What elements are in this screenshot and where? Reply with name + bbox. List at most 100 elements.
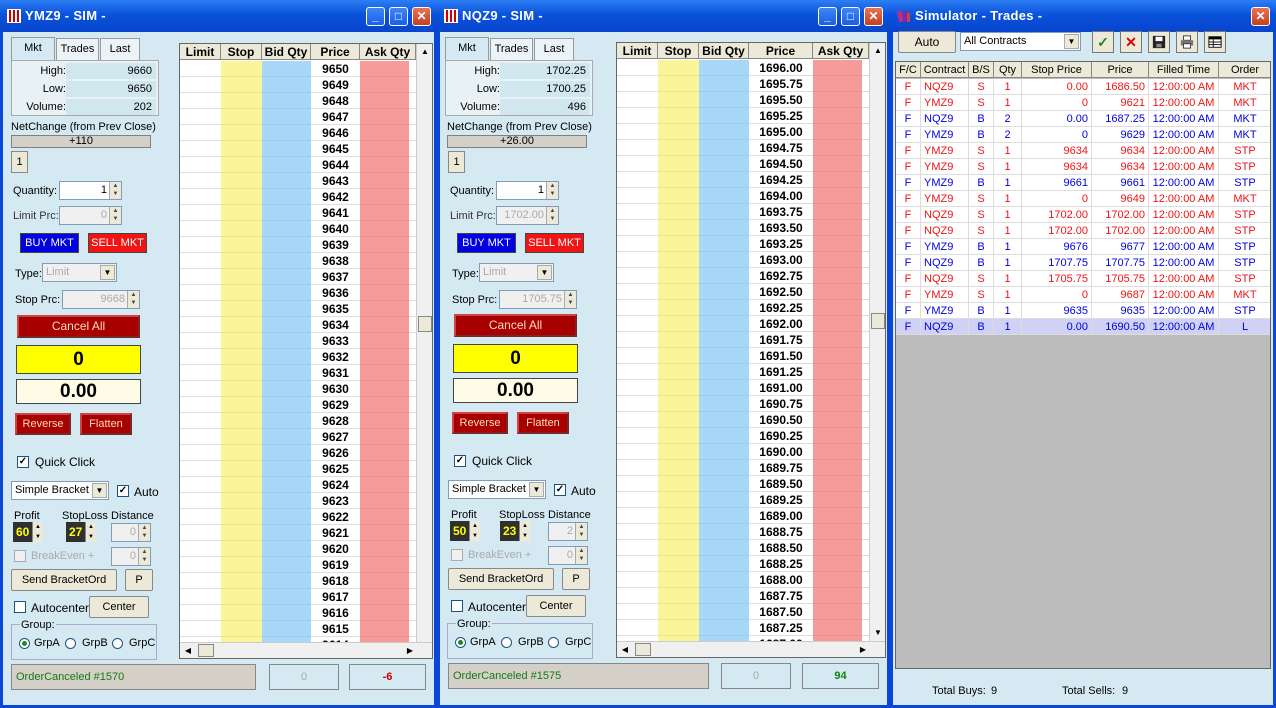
limit-cell[interactable] <box>617 252 658 268</box>
trade-row[interactable]: F YMZ9 S 1 9634 9634 12:00:00 AM STP <box>896 143 1270 159</box>
bid-cell[interactable] <box>262 557 311 573</box>
bid-cell[interactable] <box>699 396 749 412</box>
reverse-button[interactable]: Reverse <box>452 412 508 434</box>
trades-grid[interactable]: F/C Contract B/S Qty Stop Price Price Fi… <box>895 61 1271 669</box>
ask-cell[interactable] <box>360 141 409 157</box>
ask-cell[interactable] <box>360 525 409 541</box>
delete-icon[interactable]: ✕ <box>1120 31 1142 53</box>
trade-row[interactable]: F YMZ9 B 1 9635 9635 12:00:00 AM STP <box>896 303 1270 319</box>
stop-cell[interactable] <box>658 588 699 604</box>
ladder-vertical-scrollbar[interactable]: ▲ <box>416 44 432 642</box>
bid-cell[interactable] <box>699 316 749 332</box>
limit-cell[interactable] <box>617 556 658 572</box>
ask-cell[interactable] <box>813 524 862 540</box>
bid-cell[interactable] <box>699 268 749 284</box>
stop-cell[interactable] <box>221 349 262 365</box>
bid-cell[interactable] <box>262 477 311 493</box>
bid-cell[interactable] <box>699 556 749 572</box>
h-scroll-thumb[interactable] <box>635 643 651 656</box>
bid-cell[interactable] <box>262 541 311 557</box>
autocenter-checkbox[interactable] <box>14 601 26 613</box>
ask-cell[interactable] <box>813 604 862 620</box>
trade-row[interactable]: F NQZ9 B 1 0.00 1690.50 12:00:00 AM L <box>896 319 1270 335</box>
bracket-type-select[interactable]: Simple Bracket ▼ <box>11 481 109 500</box>
ask-cell[interactable] <box>360 349 409 365</box>
limit-cell[interactable] <box>617 476 658 492</box>
stop-cell[interactable] <box>658 508 699 524</box>
ask-cell[interactable] <box>360 93 409 109</box>
stop-cell[interactable] <box>221 429 262 445</box>
bid-cell[interactable] <box>262 333 311 349</box>
stop-cell[interactable] <box>658 108 699 124</box>
trade-row[interactable]: F YMZ9 S 1 0 9621 12:00:00 AM MKT <box>896 95 1270 111</box>
scroll-thumb[interactable] <box>871 313 885 329</box>
col-header-qty[interactable]: Qty <box>994 62 1022 78</box>
ask-cell[interactable] <box>813 508 862 524</box>
ladder-vertical-scrollbar[interactable]: ▲ ▼ <box>869 43 885 641</box>
tab-trades[interactable]: Trades <box>490 38 533 60</box>
col-header-order[interactable]: Order <box>1219 62 1270 78</box>
stop-cell[interactable] <box>658 492 699 508</box>
ask-cell[interactable] <box>360 221 409 237</box>
ask-cell[interactable] <box>813 412 862 428</box>
bid-cell[interactable] <box>699 220 749 236</box>
stop-cell[interactable] <box>221 221 262 237</box>
ask-cell[interactable] <box>360 461 409 477</box>
col-header-filled-time[interactable]: Filled Time <box>1149 62 1219 78</box>
limit-cell[interactable] <box>617 172 658 188</box>
limit-cell[interactable] <box>180 317 221 333</box>
ask-cell[interactable] <box>360 589 409 605</box>
stop-cell[interactable] <box>221 621 262 637</box>
ask-qty-column[interactable] <box>360 61 409 653</box>
limit-cell[interactable] <box>180 301 221 317</box>
bid-cell[interactable] <box>262 109 311 125</box>
bid-cell[interactable] <box>699 428 749 444</box>
limit-cell[interactable] <box>180 509 221 525</box>
bid-qty-column[interactable] <box>699 60 749 652</box>
ask-cell[interactable] <box>360 605 409 621</box>
limit-cell[interactable] <box>180 285 221 301</box>
stop-cell[interactable] <box>221 557 262 573</box>
maximize-button[interactable]: □ <box>841 7 860 26</box>
trade-row[interactable]: F NQZ9 B 2 0.00 1687.25 12:00:00 AM MKT <box>896 111 1270 127</box>
cancel-all-button[interactable]: Cancel All <box>454 314 577 337</box>
stop-cell[interactable] <box>221 365 262 381</box>
stop-cell[interactable] <box>221 605 262 621</box>
ask-cell[interactable] <box>360 413 409 429</box>
bid-cell[interactable] <box>262 461 311 477</box>
stop-cell[interactable] <box>658 252 699 268</box>
bid-cell[interactable] <box>262 445 311 461</box>
quantity-stepper[interactable]: 1 ▲ ▼ <box>496 181 559 200</box>
bid-cell[interactable] <box>699 252 749 268</box>
bid-cell[interactable] <box>699 412 749 428</box>
stop-cell[interactable] <box>221 333 262 349</box>
stop-cell[interactable] <box>221 205 262 221</box>
bid-cell[interactable] <box>699 188 749 204</box>
stop-cell[interactable] <box>221 237 262 253</box>
stop-cell[interactable] <box>221 493 262 509</box>
maximize-button[interactable]: □ <box>389 7 408 26</box>
limit-price-stepper[interactable]: 1702.00 ▲ ▼ <box>496 206 559 225</box>
limit-cell[interactable] <box>180 141 221 157</box>
limit-column[interactable] <box>617 60 658 652</box>
ask-cell[interactable] <box>813 60 862 76</box>
limit-cell[interactable] <box>180 125 221 141</box>
minimize-button[interactable]: _ <box>366 7 385 26</box>
sell-market-button[interactable]: SELL MKT <box>88 233 147 253</box>
ask-cell[interactable] <box>813 204 862 220</box>
limit-cell[interactable] <box>617 156 658 172</box>
flatten-button[interactable]: Flatten <box>517 412 569 434</box>
grp-a-radio[interactable] <box>455 637 466 648</box>
bid-cell[interactable] <box>699 588 749 604</box>
bid-cell[interactable] <box>262 253 311 269</box>
limit-column[interactable] <box>180 61 221 653</box>
ask-cell[interactable] <box>813 540 862 556</box>
limit-cell[interactable] <box>180 333 221 349</box>
bid-cell[interactable] <box>699 508 749 524</box>
bracket-type-select[interactable]: Simple Bracket ▼ <box>448 480 546 499</box>
stop-cell[interactable] <box>221 381 262 397</box>
stop-cell[interactable] <box>658 412 699 428</box>
stop-cell[interactable] <box>658 60 699 76</box>
ask-cell[interactable] <box>360 333 409 349</box>
bid-cell[interactable] <box>699 300 749 316</box>
